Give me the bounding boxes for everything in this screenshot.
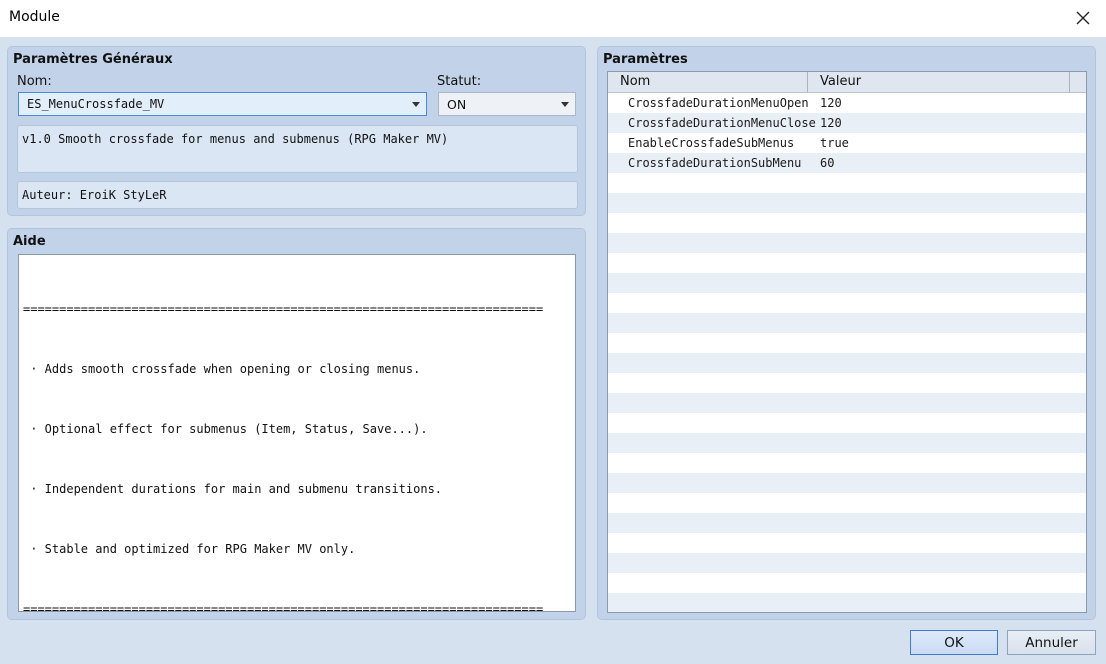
empty-table-row[interactable] xyxy=(608,313,1086,333)
empty-table-row[interactable] xyxy=(608,233,1086,253)
help-title: Aide xyxy=(13,234,46,249)
description-field: v1.0 Smooth crossfade for menus and subm… xyxy=(17,125,578,173)
param-value: true xyxy=(820,136,849,150)
empty-table-row[interactable] xyxy=(608,513,1086,533)
help-line: · Stable and optimized for RPG Maker MV … xyxy=(23,542,356,556)
table-row[interactable]: CrossfadeDurationMenuOpen 120 xyxy=(608,93,1086,113)
empty-table-row[interactable] xyxy=(608,453,1086,473)
empty-table-row[interactable] xyxy=(608,413,1086,433)
author-field: Auteur: EroiK StyLeR xyxy=(17,181,578,209)
help-text-area[interactable]: ========================================… xyxy=(18,254,576,612)
status-select[interactable]: ON xyxy=(438,92,576,116)
close-button[interactable] xyxy=(1068,4,1098,32)
chevron-down-icon xyxy=(412,102,420,107)
title-bar: Module xyxy=(0,0,1106,37)
help-line: ========================================… xyxy=(23,302,544,316)
empty-table-row[interactable] xyxy=(608,573,1086,593)
general-params-group: Paramètres Généraux Nom: Statut: ES_Menu… xyxy=(7,46,586,216)
empty-table-row[interactable] xyxy=(608,193,1086,213)
param-name: CrossfadeDurationMenuClose xyxy=(628,116,816,130)
column-header-value[interactable]: Valeur xyxy=(820,74,861,89)
empty-table-row[interactable] xyxy=(608,433,1086,453)
column-divider xyxy=(1069,72,1070,92)
empty-table-row[interactable] xyxy=(608,253,1086,273)
help-line: ========================================… xyxy=(23,602,544,612)
table-row[interactable]: CrossfadeDurationMenuClose 120 xyxy=(608,113,1086,133)
window-title: Module xyxy=(9,9,60,25)
empty-table-row[interactable] xyxy=(608,273,1086,293)
general-params-title: Paramètres Généraux xyxy=(13,52,173,67)
cancel-button[interactable]: Annuler xyxy=(1007,630,1096,655)
module-dialog: Module Paramètres Généraux Nom: Statut: … xyxy=(0,0,1106,664)
help-line: · Independent durations for main and sub… xyxy=(23,482,443,496)
param-name: CrossfadeDurationSubMenu xyxy=(628,156,802,170)
param-value: 120 xyxy=(820,96,842,110)
param-name: EnableCrossfadeSubMenus xyxy=(628,136,795,150)
help-line: · Adds smooth crossfade when opening or … xyxy=(23,362,421,376)
ok-button[interactable]: OK xyxy=(910,630,998,655)
empty-table-row[interactable] xyxy=(608,353,1086,373)
column-divider xyxy=(807,72,808,92)
table-row[interactable]: EnableCrossfadeSubMenus true xyxy=(608,133,1086,153)
empty-table-row[interactable] xyxy=(608,393,1086,413)
chevron-down-icon xyxy=(561,102,569,107)
empty-table-row[interactable] xyxy=(608,473,1086,493)
help-line: · Optional effect for submenus (Item, St… xyxy=(23,422,428,436)
close-icon xyxy=(1076,11,1090,25)
table-row[interactable]: CrossfadeDurationSubMenu 60 xyxy=(608,153,1086,173)
empty-table-row[interactable] xyxy=(608,593,1086,612)
empty-table-row[interactable] xyxy=(608,533,1086,553)
column-header-name[interactable]: Nom xyxy=(620,74,650,89)
params-title: Paramètres xyxy=(603,52,688,67)
name-select[interactable]: ES_MenuCrossfade_MV xyxy=(18,92,427,116)
empty-table-row[interactable] xyxy=(608,373,1086,393)
empty-table-row[interactable] xyxy=(608,333,1086,353)
empty-table-row[interactable] xyxy=(608,553,1086,573)
param-value: 120 xyxy=(820,116,842,130)
empty-table-row[interactable] xyxy=(608,493,1086,513)
empty-table-row[interactable] xyxy=(608,293,1086,313)
empty-table-row[interactable] xyxy=(608,173,1086,193)
params-table[interactable]: Nom Valeur CrossfadeDurationMenuOpen 120 C… xyxy=(607,71,1087,613)
name-select-value: ES_MenuCrossfade_MV xyxy=(27,97,165,111)
status-select-value: ON xyxy=(447,96,467,112)
params-table-header: Nom Valeur xyxy=(608,72,1086,93)
param-value: 60 xyxy=(820,156,835,170)
name-label: Nom: xyxy=(17,74,52,89)
status-label: Statut: xyxy=(437,74,482,89)
empty-table-row[interactable] xyxy=(608,213,1086,233)
param-name: CrossfadeDurationMenuOpen xyxy=(628,96,809,110)
